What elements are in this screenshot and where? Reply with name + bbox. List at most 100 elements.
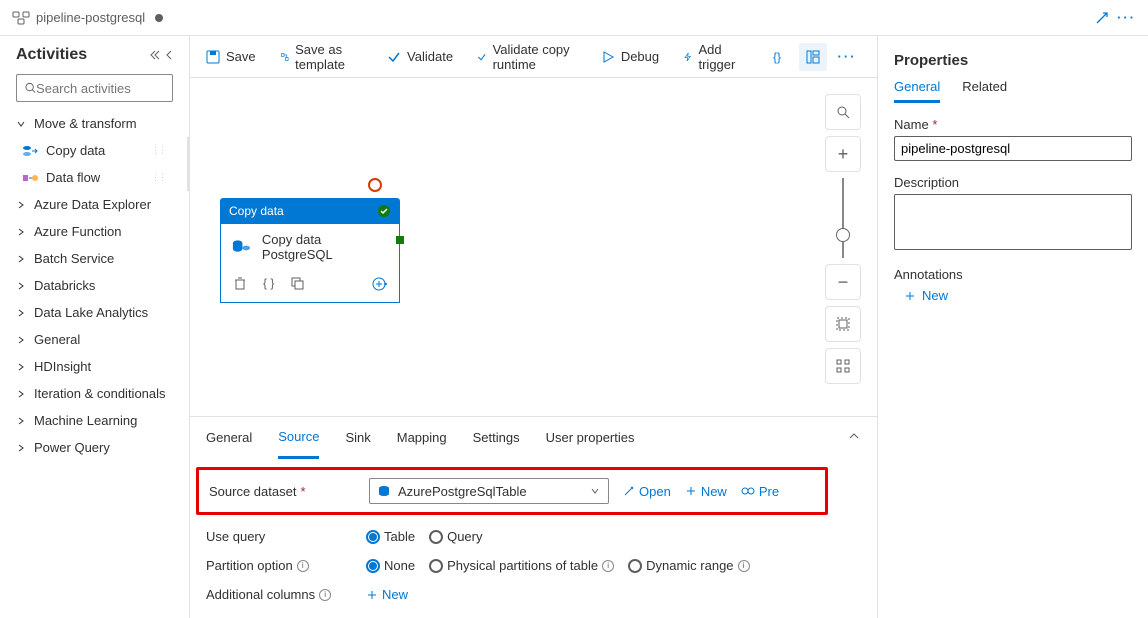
save-template-icon [280, 50, 289, 64]
activity-label: Data flow [46, 170, 100, 185]
description-label: Description [894, 175, 1132, 190]
sidebar-item-hdinsight[interactable]: HDInsight [0, 353, 189, 380]
zoom-handle[interactable] [836, 228, 850, 242]
validate-copy-button[interactable]: Validate copy runtime [477, 42, 577, 72]
activity-copy-data[interactable]: Copy data ⋮⋮ [0, 137, 189, 164]
required-indicator: * [932, 117, 937, 132]
copy-data-icon [231, 238, 252, 256]
save-button[interactable]: Save [206, 49, 256, 64]
info-icon[interactable]: i [738, 560, 750, 572]
svg-text:{}: {} [773, 50, 781, 64]
info-icon[interactable]: i [297, 560, 309, 572]
plus-icon [366, 589, 378, 601]
grip-icon: ⋮⋮ [151, 145, 165, 156]
activity-data-flow[interactable]: Data flow ⋮⋮ [0, 164, 189, 191]
add-icon[interactable] [371, 276, 387, 292]
delete-icon[interactable] [233, 276, 247, 292]
collapse-sidebar-icon-2[interactable] [165, 49, 173, 61]
description-field[interactable] [894, 194, 1132, 250]
tab-source[interactable]: Source [278, 417, 319, 459]
save-template-button[interactable]: Save as template [280, 42, 363, 72]
collapse-sidebar-icon[interactable] [149, 49, 161, 61]
toolbar-more-button[interactable]: ··· [833, 43, 861, 71]
add-trigger-button[interactable]: Add trigger [683, 42, 741, 72]
tab-sink[interactable]: Sink [345, 417, 370, 459]
annotations-label: Annotations [894, 267, 1132, 282]
radio-partition-physical[interactable]: Physical partitions of table i [429, 558, 614, 573]
properties-toggle-button[interactable] [799, 43, 827, 71]
copy-data-icon [22, 144, 38, 158]
preview-dataset-button[interactable]: Pre [741, 484, 779, 499]
toolbar-label: Validate copy runtime [493, 42, 577, 72]
sidebar-item-label: Machine Learning [34, 413, 137, 428]
node-input-port[interactable] [368, 178, 382, 192]
required-indicator: * [300, 484, 305, 499]
more-icon[interactable]: ··· [1117, 10, 1136, 25]
grip-icon: ⋮⋮ [151, 172, 165, 183]
play-icon [601, 50, 615, 64]
sidebar-item-machine-learning[interactable]: Machine Learning [0, 407, 189, 434]
validate-button[interactable]: Validate [387, 49, 453, 64]
expand-icon[interactable] [1095, 11, 1109, 25]
toolbar-label: Save as template [295, 42, 363, 72]
tab-user-properties[interactable]: User properties [546, 417, 635, 459]
copy-data-node[interactable]: Copy data Copy data PostgreSQL { } [220, 198, 400, 303]
validation-ok-icon [377, 204, 391, 218]
radio-partition-dynamic[interactable]: Dynamic range i [628, 558, 749, 573]
code-icon[interactable]: { } [263, 276, 274, 292]
sidebar-item-move-transform[interactable]: Move & transform [0, 110, 189, 137]
new-dataset-button[interactable]: New [685, 484, 727, 499]
name-label: Name [894, 117, 929, 132]
sidebar-item-azure-function[interactable]: Azure Function [0, 218, 189, 245]
sidebar-item-data-lake-analytics[interactable]: Data Lake Analytics [0, 299, 189, 326]
debug-button[interactable]: Debug [601, 49, 659, 64]
properties-panel: Properties General Related Name * Descri… [878, 36, 1148, 618]
name-field[interactable] [894, 136, 1132, 161]
sidebar-item-batch-service[interactable]: Batch Service [0, 245, 189, 272]
sidebar-item-power-query[interactable]: Power Query [0, 434, 189, 461]
props-tab-related[interactable]: Related [962, 79, 1007, 103]
zoom-out-button[interactable]: − [825, 264, 861, 300]
save-icon [206, 50, 220, 64]
toolbar-label: Debug [621, 49, 659, 64]
zoom-in-button[interactable]: + [825, 136, 861, 172]
tab-settings[interactable]: Settings [473, 417, 520, 459]
open-dataset-button[interactable]: Open [623, 484, 671, 499]
autolayout-button[interactable] [825, 348, 861, 384]
new-column-button[interactable]: New [366, 587, 408, 602]
info-icon[interactable]: i [319, 589, 331, 601]
sidebar-item-label: Databricks [34, 278, 95, 293]
zoom-slider[interactable] [842, 178, 844, 258]
sidebar-item-label: Move & transform [34, 116, 137, 131]
code-view-button[interactable]: {} [765, 43, 793, 71]
pipeline-canvas[interactable]: + − Copy data Copy data PostgreSQL [190, 78, 877, 416]
radio-partition-none[interactable]: None [366, 558, 415, 573]
toolbar-label: Add trigger [698, 42, 741, 72]
fit-screen-button[interactable] [825, 306, 861, 342]
collapse-panel-button[interactable] [847, 429, 861, 443]
source-dataset-select[interactable]: AzurePostgreSqlTable [369, 478, 609, 504]
chevron-down-icon [590, 486, 600, 496]
node-output-port[interactable] [396, 236, 404, 244]
sidebar-item-iteration-conditionals[interactable]: Iteration & conditionals [0, 380, 189, 407]
zoom-search-button[interactable] [825, 94, 861, 130]
tab-general[interactable]: General [206, 417, 252, 459]
sidebar-item-azure-data-explorer[interactable]: Azure Data Explorer [0, 191, 189, 218]
props-tab-general[interactable]: General [894, 79, 940, 103]
sidebar-item-databricks[interactable]: Databricks [0, 272, 189, 299]
radio-table[interactable]: Table [366, 529, 415, 544]
new-annotation-button[interactable]: New [894, 288, 1132, 303]
radio-query[interactable]: Query [429, 529, 482, 544]
sidebar-item-label: Iteration & conditionals [34, 386, 166, 401]
activity-config-panel: General Source Sink Mapping Settings Use… [190, 416, 877, 618]
clone-icon[interactable] [290, 276, 304, 292]
activities-sidebar: Activities Move & transform Copy data ⋮⋮… [0, 36, 190, 618]
sidebar-item-label: Batch Service [34, 251, 114, 266]
tab-unsaved-indicator [155, 14, 163, 22]
info-icon[interactable]: i [602, 560, 614, 572]
search-input[interactable] [16, 74, 173, 102]
sidebar-item-general[interactable]: General [0, 326, 189, 353]
tab-mapping[interactable]: Mapping [397, 417, 447, 459]
trigger-icon [683, 50, 692, 64]
activity-label: Copy data [46, 143, 105, 158]
